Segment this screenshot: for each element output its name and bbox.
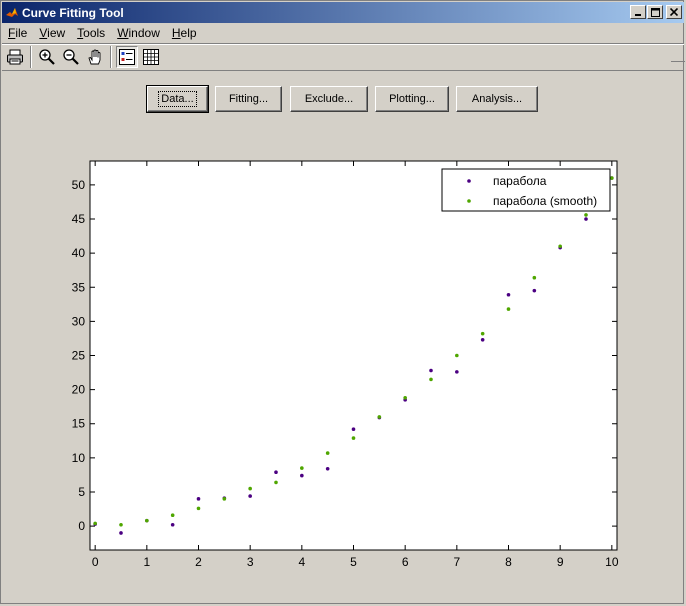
x-tick-label: 1	[143, 555, 150, 569]
x-tick-label: 2	[195, 555, 202, 569]
data-point	[506, 307, 511, 311]
data-point	[584, 213, 588, 217]
data-point	[532, 275, 537, 280]
y-tick-label: 10	[72, 451, 86, 465]
x-tick-label: 6	[402, 555, 409, 569]
data-point	[455, 370, 459, 374]
data-point	[403, 396, 407, 400]
data-point	[480, 331, 485, 336]
x-tick-label: 3	[247, 555, 254, 569]
data-point	[610, 176, 614, 180]
data-point	[377, 415, 382, 419]
data-point	[532, 288, 537, 293]
data-point	[274, 470, 278, 475]
data-point	[170, 513, 175, 517]
legend-label: парабола (smooth)	[493, 194, 597, 208]
y-tick-label: 5	[78, 485, 85, 499]
data-point	[584, 217, 588, 221]
data-point	[506, 292, 511, 297]
axes-box	[89, 160, 618, 551]
data-point	[170, 522, 175, 527]
data-point	[196, 506, 201, 511]
data-point	[222, 497, 227, 501]
data-point	[480, 338, 485, 342]
data-point	[93, 521, 97, 526]
data-point	[455, 353, 459, 358]
x-tick-label: 4	[298, 555, 305, 569]
data-point	[300, 473, 304, 478]
data-point	[558, 244, 562, 249]
data-point	[351, 436, 356, 440]
data-point	[274, 480, 278, 485]
y-tick-label: 25	[72, 349, 86, 363]
data-point	[248, 494, 252, 498]
x-tick-label: 5	[350, 555, 357, 569]
x-tick-label: 9	[557, 555, 564, 569]
y-tick-label: 15	[72, 417, 86, 431]
data-point	[429, 377, 433, 382]
plot-area[interactable]: 0 1 2 3 4 5 6 7 8 9 1005101520253035404550 парабола…	[1, 1, 685, 605]
legend-label: парабола	[493, 174, 547, 188]
y-tick-label: 40	[72, 246, 86, 260]
data-point	[351, 427, 356, 432]
legend: парабола парабола (smooth)	[441, 168, 611, 212]
y-tick-label: 20	[72, 383, 86, 397]
data-point	[119, 522, 123, 527]
data-point	[325, 451, 330, 455]
y-tick-label: 50	[72, 178, 86, 192]
data-point	[429, 368, 433, 373]
y-tick-label: 0	[78, 519, 85, 533]
legend-marker	[467, 199, 471, 203]
data-point	[145, 518, 149, 523]
y-tick-label: 30	[72, 314, 86, 328]
y-tick-label: 45	[72, 212, 86, 226]
data-point	[119, 531, 123, 535]
x-tick-label: 10	[605, 555, 619, 569]
data-point	[196, 497, 201, 501]
x-tick-label: 7	[453, 555, 460, 569]
x-tick-label: 8	[505, 555, 512, 569]
legend-marker	[467, 179, 471, 183]
data-point	[248, 486, 252, 491]
x-tick-label: 0	[92, 555, 99, 569]
data-point	[300, 466, 304, 470]
y-tick-label: 35	[72, 280, 86, 294]
curve-fitting-window: Curve Fitting Tool File View Tools Windo…	[0, 0, 685, 605]
data-point	[325, 466, 330, 471]
